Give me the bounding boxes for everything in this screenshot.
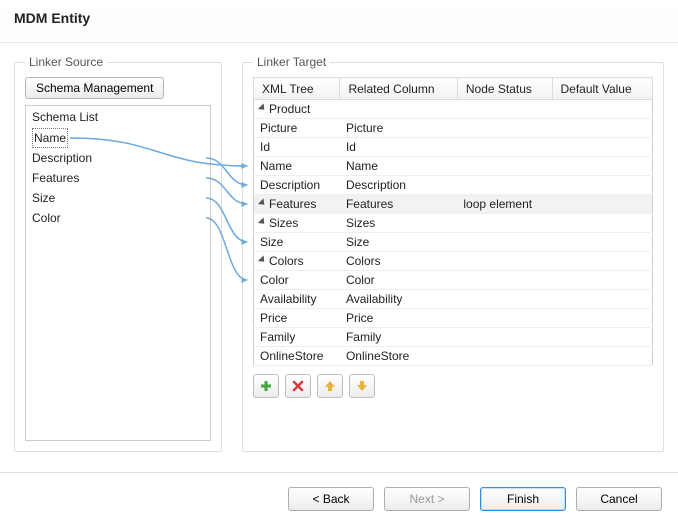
column-header[interactable]: XML Tree (254, 78, 340, 100)
cell: Availability (340, 290, 457, 309)
next-button: Next > (384, 487, 470, 511)
tree-row[interactable]: IdId (254, 138, 653, 157)
cell: Family (340, 328, 457, 347)
linker-target-group: Linker Target XML TreeRelated ColumnNode… (242, 55, 664, 452)
cell (340, 100, 457, 119)
expand-icon[interactable] (258, 217, 267, 226)
cell (552, 271, 653, 290)
schema-item-description[interactable]: Description (32, 148, 204, 168)
cell: Features (340, 195, 457, 214)
delete-icon (291, 379, 305, 393)
delete-row-button[interactable] (285, 374, 311, 398)
cell (457, 271, 552, 290)
back-button[interactable]: < Back (288, 487, 374, 511)
cell (552, 119, 653, 138)
cell (457, 347, 552, 366)
schema-list-box: Schema List NameDescriptionFeaturesSizeC… (25, 105, 211, 441)
schema-list-title: Schema List (32, 110, 204, 124)
cell (552, 138, 653, 157)
expand-icon[interactable] (258, 103, 267, 112)
cell (552, 233, 653, 252)
cell (457, 252, 552, 271)
page-title: MDM Entity (14, 10, 664, 26)
add-row-button[interactable] (253, 374, 279, 398)
cell (552, 252, 653, 271)
xml-tree-table: XML TreeRelated ColumnNode StatusDefault… (253, 77, 653, 366)
cell: Name (340, 157, 457, 176)
cell: Size (340, 233, 457, 252)
column-header[interactable]: Node Status (457, 78, 552, 100)
schema-item-features[interactable]: Features (32, 168, 204, 188)
plus-icon (259, 379, 273, 393)
cell (552, 176, 653, 195)
cell: Picture (340, 119, 457, 138)
cell (457, 138, 552, 157)
cell (457, 119, 552, 138)
cell (552, 347, 653, 366)
tree-row[interactable]: SizesSizes (254, 214, 653, 233)
cell: Color (340, 271, 457, 290)
tree-row[interactable]: NameName (254, 157, 653, 176)
tree-row[interactable]: OnlineStoreOnlineStore (254, 347, 653, 366)
cell: Description (340, 176, 457, 195)
tree-row[interactable]: PicturePicture (254, 119, 653, 138)
cell (552, 157, 653, 176)
cell (457, 290, 552, 309)
cell (552, 214, 653, 233)
tree-row[interactable]: FamilyFamily (254, 328, 653, 347)
tree-row[interactable]: Product (254, 100, 653, 119)
cell: Price (340, 309, 457, 328)
cell: OnlineStore (340, 347, 457, 366)
dialog-footer: < Back Next > Finish Cancel (0, 472, 678, 525)
cell (552, 195, 653, 214)
cell (457, 214, 552, 233)
tree-row[interactable]: SizeSize (254, 233, 653, 252)
cell (552, 328, 653, 347)
cell (552, 309, 653, 328)
row-toolbar (253, 374, 653, 398)
tree-row[interactable]: ColorsColors (254, 252, 653, 271)
cell (457, 328, 552, 347)
column-header[interactable]: Default Value (552, 78, 653, 100)
schema-management-button[interactable]: Schema Management (25, 77, 164, 99)
tree-row[interactable]: ColorColor (254, 271, 653, 290)
cell (457, 309, 552, 328)
cell (552, 290, 653, 309)
move-up-button[interactable] (317, 374, 343, 398)
column-header[interactable]: Related Column (340, 78, 457, 100)
move-down-button[interactable] (349, 374, 375, 398)
tree-row[interactable]: FeaturesFeaturesloop element (254, 195, 653, 214)
cell (457, 100, 552, 119)
expand-icon[interactable] (258, 198, 267, 207)
tree-row[interactable]: AvailabilityAvailability (254, 290, 653, 309)
cell: loop element (457, 195, 552, 214)
linker-source-legend: Linker Source (25, 55, 107, 69)
tree-row[interactable]: PricePrice (254, 309, 653, 328)
cancel-button[interactable]: Cancel (576, 487, 662, 511)
cell: Colors (340, 252, 457, 271)
dialog-body: Linker Source Schema Management Schema L… (0, 43, 678, 452)
cell: Sizes (340, 214, 457, 233)
cell (457, 157, 552, 176)
arrow-up-icon (323, 379, 337, 393)
cell (552, 100, 653, 119)
tree-row[interactable]: DescriptionDescription (254, 176, 653, 195)
schema-item-name[interactable]: Name (32, 128, 68, 148)
finish-button[interactable]: Finish (480, 487, 566, 511)
dialog-header: MDM Entity (0, 0, 678, 43)
schema-item-color[interactable]: Color (32, 208, 204, 228)
cell (457, 233, 552, 252)
arrow-down-icon (355, 379, 369, 393)
linker-target-legend: Linker Target (253, 55, 330, 69)
cell: Id (340, 138, 457, 157)
schema-item-size[interactable]: Size (32, 188, 204, 208)
expand-icon[interactable] (258, 255, 267, 264)
cell (457, 176, 552, 195)
linker-source-group: Linker Source Schema Management Schema L… (14, 55, 222, 452)
